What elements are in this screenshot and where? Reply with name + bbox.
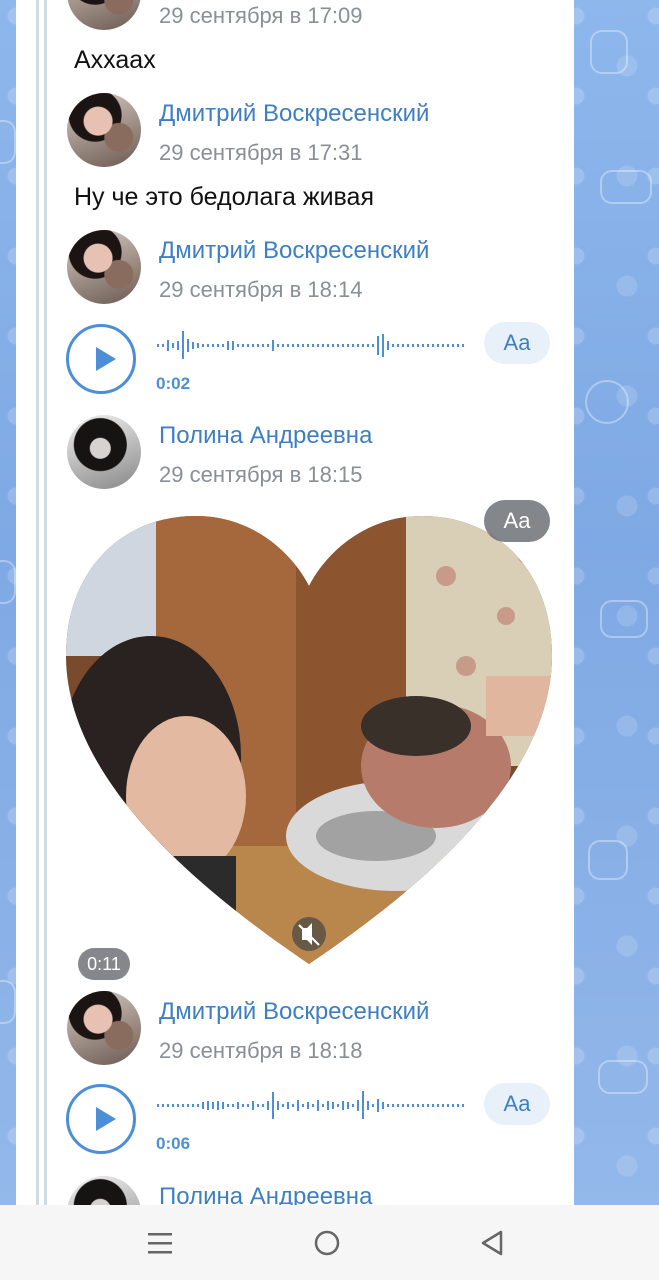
sender-name[interactable]: Дмитрий Воскресенский bbox=[159, 998, 429, 1026]
voice-duration: 0:06 bbox=[156, 1134, 191, 1153]
sender-name[interactable]: Полина Андреевна bbox=[159, 422, 372, 450]
avatar-dmitry[interactable] bbox=[67, 230, 141, 304]
wallpaper-doodle bbox=[588, 840, 628, 880]
voice-waveform[interactable] bbox=[157, 1088, 469, 1122]
message-time: 29 сентября в 18:15 bbox=[159, 462, 363, 487]
avatar-dmitry[interactable] bbox=[67, 991, 141, 1065]
voice-duration: 0:02 bbox=[156, 374, 191, 393]
menu-icon[interactable] bbox=[140, 1223, 180, 1263]
sender-name[interactable]: Дмитрий Воскресенский bbox=[159, 237, 429, 265]
voice-play-button[interactable] bbox=[66, 1084, 136, 1154]
wallpaper-doodle bbox=[585, 380, 629, 424]
wallpaper-doodle bbox=[0, 120, 16, 164]
message-time: 29 сентября в 18:14 bbox=[159, 277, 363, 302]
message-text: Ну че это бедолага живая bbox=[74, 183, 374, 211]
back-triangle-icon[interactable] bbox=[472, 1223, 512, 1263]
transcribe-button[interactable]: Aa bbox=[484, 322, 550, 364]
wallpaper-doodle bbox=[590, 30, 628, 74]
avatar-dmitry[interactable] bbox=[67, 0, 141, 30]
wallpaper-doodle bbox=[600, 600, 648, 638]
message-time: 29 сентября в 18:18 bbox=[159, 1038, 363, 1063]
wallpaper-doodle bbox=[0, 560, 16, 604]
system-navigation-bar bbox=[0, 1205, 659, 1280]
forwarded-messages-card: 29 сентября в 17:09 Аххаах Дмитрий Воскр… bbox=[16, 0, 574, 1205]
message-time: 29 сентября в 17:31 bbox=[159, 140, 363, 165]
video-duration: 0:11 bbox=[78, 948, 130, 980]
voice-play-button[interactable] bbox=[66, 324, 136, 394]
wallpaper-doodle bbox=[0, 980, 16, 1024]
voice-waveform[interactable] bbox=[157, 328, 469, 362]
sender-name[interactable]: Дмитрий Воскресенский bbox=[159, 100, 429, 128]
wallpaper-doodle bbox=[600, 170, 652, 204]
quote-line bbox=[44, 0, 47, 1205]
message-text: Аххаах bbox=[74, 46, 156, 74]
video-note-heart[interactable] bbox=[66, 516, 552, 966]
play-icon bbox=[96, 347, 116, 371]
home-circle-icon[interactable] bbox=[307, 1223, 347, 1263]
quote-line bbox=[36, 0, 39, 1205]
avatar-polina[interactable] bbox=[67, 415, 141, 489]
play-icon bbox=[96, 1107, 116, 1131]
transcribe-button[interactable]: Aa bbox=[484, 500, 550, 542]
sender-name[interactable]: Полина Андреевна bbox=[159, 1183, 372, 1205]
message-time: 29 сентября в 17:09 bbox=[159, 3, 363, 28]
wallpaper-doodle bbox=[598, 1060, 648, 1094]
transcribe-button[interactable]: Aa bbox=[484, 1083, 550, 1125]
avatar-polina[interactable] bbox=[67, 1176, 141, 1205]
avatar-dmitry[interactable] bbox=[67, 93, 141, 167]
